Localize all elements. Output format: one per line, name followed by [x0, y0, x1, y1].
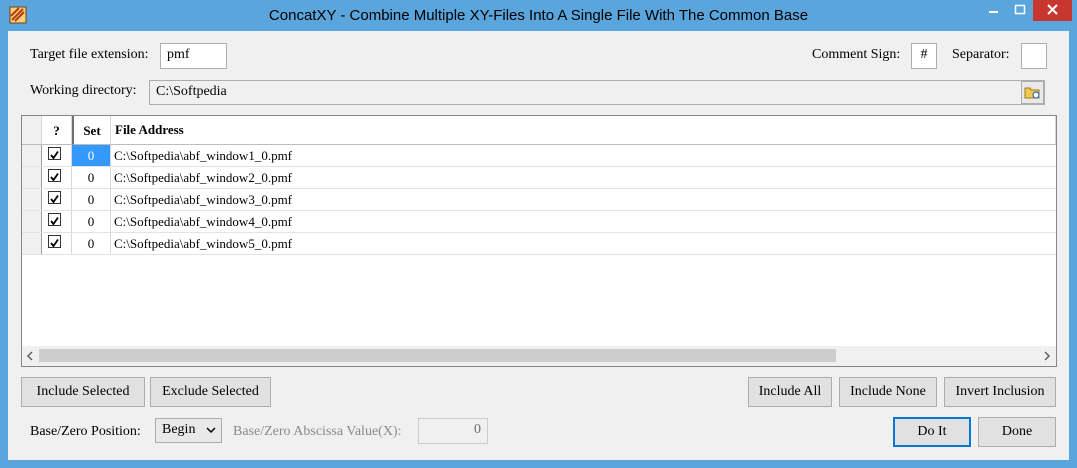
set-cell[interactable]: 0	[72, 211, 111, 232]
title-bar[interactable]: ConcatXY - Combine Multiple XY-Files Int…	[0, 0, 1077, 32]
file-address-cell[interactable]: C:\Softpedia\abf_window3_0.pmf	[114, 189, 292, 210]
checkmark-icon	[50, 216, 59, 226]
comment-sign-label: Comment Sign:	[812, 47, 901, 62]
include-checkbox[interactable]	[48, 147, 61, 160]
file-grid[interactable]: ? Set File Address 0 C:\Softpedia\abf_wi…	[21, 115, 1057, 367]
include-checkbox[interactable]	[48, 191, 61, 204]
maximize-icon	[1014, 4, 1026, 15]
browse-folder-button[interactable]	[1021, 81, 1044, 104]
row-indicator[interactable]	[22, 211, 42, 232]
done-button[interactable]: Done	[978, 417, 1056, 447]
include-checkbox[interactable]	[48, 169, 61, 182]
checkmark-icon	[50, 150, 59, 160]
working-dir-label: Working directory:	[30, 83, 137, 98]
target-ext-label: Target file extension:	[30, 47, 149, 62]
do-it-button[interactable]: Do It	[893, 417, 971, 447]
include-none-button[interactable]: Include None	[839, 377, 937, 407]
row-indicator[interactable]	[22, 189, 42, 210]
abscissa-input[interactable]: 0	[418, 418, 488, 444]
set-cell[interactable]: 0	[72, 189, 111, 210]
set-cell[interactable]: 0	[72, 233, 111, 254]
table-row[interactable]: 0 C:\Softpedia\abf_window3_0.pmf	[22, 189, 1056, 211]
include-cell[interactable]	[42, 145, 72, 166]
file-column-header[interactable]: File Address	[111, 116, 1056, 145]
include-cell[interactable]	[42, 233, 72, 254]
client-area: Target file extension: pmf Comment Sign:…	[8, 31, 1069, 460]
include-all-button[interactable]: Include All	[748, 377, 832, 407]
working-dir-field[interactable]: C:\Softpedia	[149, 80, 1045, 105]
table-row[interactable]: 0 C:\Softpedia\abf_window5_0.pmf	[22, 233, 1056, 255]
row-indicator[interactable]	[22, 233, 42, 254]
file-address-cell[interactable]: C:\Softpedia\abf_window1_0.pmf	[114, 145, 292, 166]
close-icon	[1047, 4, 1058, 15]
set-cell[interactable]: 0	[72, 145, 111, 166]
include-checkbox[interactable]	[48, 213, 61, 226]
scroll-left-icon[interactable]	[25, 351, 35, 361]
grid-corner	[22, 116, 42, 145]
include-cell[interactable]	[42, 167, 72, 188]
checkmark-icon	[50, 172, 59, 182]
checkmark-icon	[50, 194, 59, 204]
base-zero-value: Begin	[162, 422, 196, 437]
table-row[interactable]: 0 C:\Softpedia\abf_window2_0.pmf	[22, 167, 1056, 189]
include-checkbox[interactable]	[48, 235, 61, 248]
minimize-button[interactable]	[980, 0, 1007, 21]
file-address-cell[interactable]: C:\Softpedia\abf_window5_0.pmf	[114, 233, 292, 254]
scroll-right-icon[interactable]	[1042, 351, 1052, 361]
row-indicator[interactable]	[22, 167, 42, 188]
include-column-header[interactable]: ?	[42, 116, 72, 145]
file-address-cell[interactable]: C:\Softpedia\abf_window4_0.pmf	[114, 211, 292, 232]
set-cell[interactable]: 0	[72, 167, 111, 188]
table-row[interactable]: 0 C:\Softpedia\abf_window1_0.pmf	[22, 145, 1056, 167]
exclude-selected-button[interactable]: Exclude Selected	[150, 377, 271, 407]
folder-icon	[1024, 87, 1040, 99]
scrollbar-thumb[interactable]	[39, 349, 836, 362]
set-column-header[interactable]: Set	[72, 116, 111, 145]
checkmark-icon	[50, 238, 59, 248]
file-address-cell[interactable]: C:\Softpedia\abf_window2_0.pmf	[114, 167, 292, 188]
base-zero-label: Base/Zero Position:	[30, 424, 141, 439]
include-cell[interactable]	[42, 189, 72, 210]
invert-inclusion-button[interactable]: Invert Inclusion	[944, 377, 1056, 407]
abscissa-label: Base/Zero Abscissa Value(X):	[233, 424, 402, 439]
separator-label: Separator:	[952, 47, 1010, 62]
maximize-button[interactable]	[1007, 0, 1033, 21]
separator-input[interactable]	[1021, 43, 1047, 69]
row-indicator[interactable]	[22, 145, 42, 166]
base-zero-select[interactable]: Begin	[155, 418, 222, 443]
chevron-down-icon	[206, 427, 216, 434]
table-row[interactable]: 0 C:\Softpedia\abf_window4_0.pmf	[22, 211, 1056, 233]
comment-sign-input[interactable]: #	[911, 43, 937, 69]
include-cell[interactable]	[42, 211, 72, 232]
app-window: ConcatXY - Combine Multiple XY-Files Int…	[0, 0, 1077, 468]
window-title: ConcatXY - Combine Multiple XY-Files Int…	[268, 7, 809, 24]
minimize-icon	[989, 11, 998, 13]
horizontal-scrollbar[interactable]	[22, 346, 1056, 366]
target-ext-input[interactable]: pmf	[160, 43, 227, 69]
close-button[interactable]	[1033, 0, 1072, 21]
include-selected-button[interactable]: Include Selected	[21, 377, 145, 407]
